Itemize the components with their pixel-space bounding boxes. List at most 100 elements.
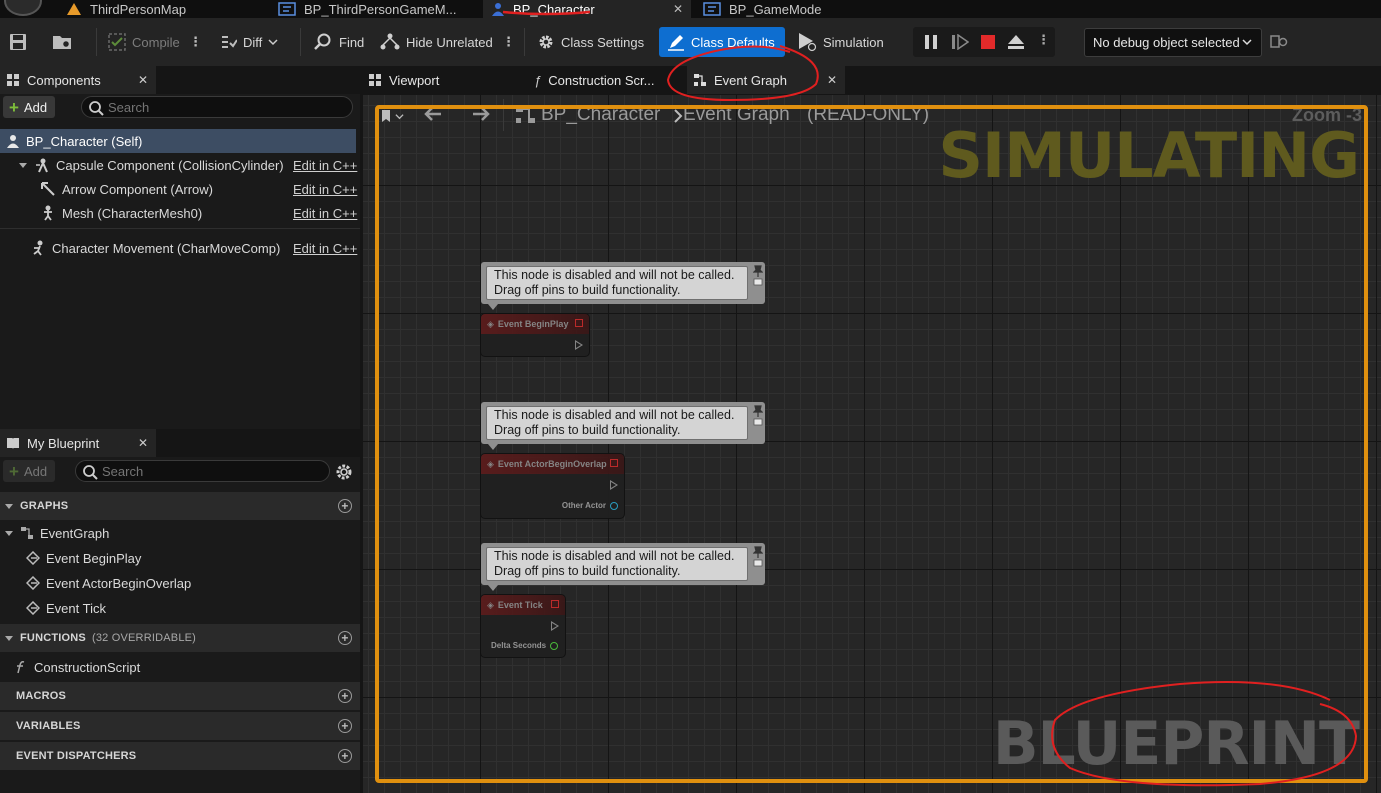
add-circle-icon[interactable]: + [338,499,352,513]
my-blueprint-search-input[interactable] [102,463,329,479]
debug-object-label: No debug object selected [1093,35,1240,50]
close-icon[interactable]: ✕ [138,73,148,87]
exec-pin[interactable] [551,621,559,631]
pin-icon[interactable] [753,545,763,569]
event-graph-canvas[interactable]: BP_Character Event Graph (READ-ONLY) Zoo… [363,95,1381,793]
event-tick-node[interactable]: ◈ Event Tick Delta Seconds [481,595,565,657]
add-circle-icon[interactable]: + [338,719,352,733]
doc-tab-bp-thirdpersongamemode[interactable]: BP_ThirdPersonGameM... [270,0,482,18]
event-label: Event BeginPlay [46,550,142,566]
other-actor-pin[interactable]: Other Actor [562,501,618,510]
more-options-icon[interactable]: ⋮ [1037,32,1050,48]
class-settings-button[interactable]: Class Settings [537,27,644,57]
add-circle-icon[interactable]: + [338,631,352,645]
event-item-beginplay[interactable]: Event BeginPlay [0,546,358,570]
edit-in-cpp-link[interactable]: Edit in C++ [293,182,357,197]
character-icon [7,135,19,148]
exec-pin[interactable] [610,480,618,490]
eject-icon[interactable] [1007,34,1025,53]
delegate-pin[interactable] [575,319,583,327]
close-icon[interactable]: ✕ [138,436,148,450]
event-item-actorbeginoverlap[interactable]: Event ActorBeginOverlap [0,571,358,595]
debug-filter-button[interactable] [1270,27,1288,57]
event-beginplay-node[interactable]: ◈ Event BeginPlay [481,314,589,356]
tab-viewport[interactable]: Viewport [362,66,522,94]
class-defaults-button[interactable]: Class Defaults [659,27,785,57]
tab-label: Construction Scr... [548,72,655,88]
plus-icon: + [9,461,19,481]
my-blueprint-tab[interactable]: My Blueprint ✕ [0,429,156,457]
exec-pin[interactable] [575,340,583,350]
event-item-tick[interactable]: Event Tick [0,596,358,620]
diff-button[interactable]: Diff [219,27,278,57]
component-row-capsule[interactable]: Capsule Component (CollisionCylinder) Ed… [0,153,358,177]
my-blueprint-search[interactable] [75,460,330,482]
doc-tab-bp-character[interactable]: BP_Character ✕ [483,0,691,18]
skeletal-mesh-icon [44,205,52,221]
tab-construction-script[interactable]: ƒ Construction Scr... [528,66,678,94]
debug-object-select[interactable]: No debug object selected [1084,28,1262,57]
stop-icon[interactable] [980,34,996,53]
unreal-logo-icon[interactable] [4,0,42,16]
delta-seconds-pin[interactable]: Delta Seconds [491,641,559,650]
edit-in-cpp-link[interactable]: Edit in C++ [293,241,357,256]
editor-tab-bar: Viewport ƒ Construction Scr... Event Gra… [360,66,1381,95]
components-search[interactable] [81,96,353,118]
close-icon[interactable]: ✕ [827,73,837,87]
dispatchers-section-header[interactable]: EVENT DISPATCHERS + [0,742,360,770]
add-member-button[interactable]: + Add [3,460,56,482]
close-icon[interactable]: ✕ [673,2,683,16]
event-diamond-icon [26,551,40,565]
event-actorbeginoverlap-node[interactable]: ◈ Event ActorBeginOverlap Other Actor [481,454,624,518]
step-icon[interactable] [951,33,970,53]
character-icon [492,3,504,16]
doc-tab-bp-gamemode[interactable]: BP_GameMode [695,0,907,18]
component-row-self[interactable]: BP_Character (Self) [0,129,356,153]
event-graph-item[interactable]: EventGraph [0,521,358,545]
component-row-arrow[interactable]: Arrow Component (Arrow) Edit in C++ [0,177,358,201]
functions-section-header[interactable]: FUNCTIONS (32 OVERRIDABLE) + [0,624,360,652]
component-row-mesh[interactable]: Mesh (CharacterMesh0) Edit in C++ [0,201,358,225]
hide-unrelated-options-button[interactable]: ⋮ [502,27,515,57]
pin-icon[interactable] [753,404,763,428]
edit-in-cpp-link[interactable]: Edit in C++ [293,206,357,221]
component-label: Character Movement (CharMoveComp) [52,240,281,256]
variables-section-header[interactable]: VARIABLES + [0,712,360,740]
compile-icon [108,33,126,51]
compile-button[interactable]: Compile [108,27,180,57]
add-circle-icon[interactable]: + [338,749,352,763]
add-circle-icon[interactable]: + [338,689,352,703]
edit-in-cpp-link[interactable]: Edit in C++ [293,158,357,173]
pin-icon[interactable] [753,264,763,288]
construction-script-item[interactable]: ConstructionScript [0,655,358,679]
components-tab[interactable]: Components ✕ [0,66,156,94]
graphs-section-header[interactable]: GRAPHS + [0,492,360,520]
doc-tab-thirdpersonmap[interactable]: ThirdPersonMap [58,0,270,18]
hide-unrelated-button[interactable]: Hide Unrelated [380,27,493,57]
components-search-input[interactable] [108,99,352,115]
tab-event-graph[interactable]: Event Graph ✕ [687,66,845,94]
simulation-button[interactable]: Simulation [797,27,884,57]
add-component-button[interactable]: + Add [3,96,56,118]
gear-icon[interactable] [335,463,353,484]
compile-options-button[interactable]: ⋮ [189,27,202,57]
macros-section-header[interactable]: MACROS + [0,682,360,710]
save-button[interactable] [9,27,27,57]
delegate-pin[interactable] [551,600,559,608]
find-label: Find [339,34,365,50]
plus-icon: + [9,97,19,117]
save-icon [10,34,26,50]
component-row-movement[interactable]: Character Movement (CharMoveComp) Edit i… [0,236,358,260]
delegate-pin[interactable] [610,459,618,467]
add-label: Add [23,463,48,479]
comment-text: Drag off pins to build functionality. [494,564,681,578]
event-diamond-icon: ◈ [487,318,494,329]
folder-search-icon [53,36,71,49]
simulation-icon [799,33,817,52]
find-button[interactable]: Find [313,27,364,57]
browse-button[interactable] [52,27,74,57]
pause-icon[interactable] [923,34,939,53]
viewport-icon [369,74,381,86]
node-title: Event BeginPlay [497,319,569,329]
compile-label: Compile [132,34,180,50]
